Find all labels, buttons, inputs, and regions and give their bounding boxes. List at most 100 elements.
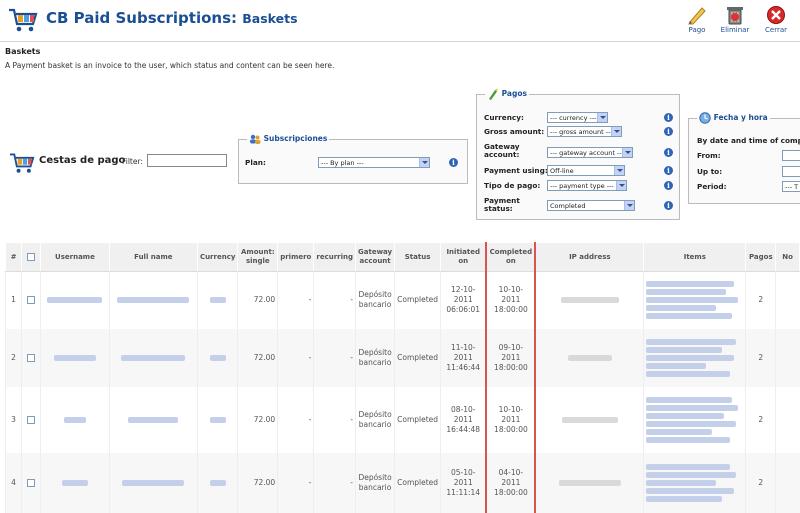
redacted-items-line [646, 487, 735, 494]
row-checkbox-cell[interactable] [21, 386, 41, 453]
items-cell[interactable] [643, 328, 746, 387]
row-checkbox-cell[interactable] [21, 271, 41, 329]
ip-cell [534, 452, 644, 513]
col-items[interactable]: Items [643, 242, 747, 272]
col-amount-single[interactable]: Amount: single [237, 242, 279, 272]
redacted-username [61, 479, 88, 486]
info-icon[interactable]: i [449, 158, 458, 167]
row-checkbox[interactable] [27, 415, 36, 424]
pago-button[interactable]: Pago [677, 2, 717, 38]
items-cell[interactable] [643, 386, 746, 453]
period-select[interactable]: --- T [782, 181, 800, 192]
up-to-label: Up to: [697, 167, 723, 176]
row-checkbox[interactable] [27, 353, 36, 362]
username-cell[interactable] [40, 386, 110, 453]
col-recurring[interactable]: recurring [313, 242, 357, 272]
redacted-ip [560, 297, 619, 304]
payment-status-select[interactable]: Completed [547, 200, 635, 211]
table-row[interactable]: 1 72.00 - - Depósito bancario Completed … [4, 271, 800, 329]
primero-cell: - [277, 271, 314, 329]
row-checkbox[interactable] [27, 296, 36, 305]
initiated-cell: 11-10-2011 11:46:44 [440, 328, 487, 387]
info-icon[interactable]: i [664, 201, 673, 210]
col-status[interactable]: Status [394, 242, 442, 272]
eliminar-button[interactable]: Eliminar [715, 2, 755, 38]
gateway-account-label: Gateway account: [484, 142, 520, 159]
col-full-name[interactable]: Full name [108, 242, 198, 272]
primero-cell: - [277, 452, 314, 513]
initiated-cell: 12-10-2011 06:06:01 [440, 271, 487, 329]
col-gateway-account[interactable]: Gateway account [355, 242, 396, 272]
currency-select[interactable]: --- currency --- [547, 112, 608, 123]
full-name-cell[interactable] [108, 386, 198, 453]
completed-cell: 10-10-2011 18:00:00 [485, 386, 537, 453]
up-to-date-input[interactable] [782, 166, 800, 177]
gross-amount-select[interactable]: --- gross amount --- [547, 126, 622, 137]
username-cell[interactable] [40, 328, 110, 387]
recurring-cell: - [313, 386, 356, 453]
subscripciones-legend-text: Subscripciones [263, 134, 328, 143]
subscripciones-legend: Subscripciones [247, 134, 329, 144]
cerrar-button[interactable]: Cerrar [756, 2, 796, 38]
redacted-username [53, 354, 96, 361]
info-icon[interactable]: i [664, 127, 673, 136]
pagos-link[interactable]: 2 [745, 271, 776, 329]
filter-input[interactable] [147, 154, 227, 167]
redacted-items-line [646, 305, 717, 312]
col-select-all[interactable] [21, 242, 42, 272]
info-icon[interactable]: i [664, 181, 673, 190]
col-ip-address[interactable]: IP address [534, 242, 645, 272]
redacted-items-line [646, 338, 737, 345]
chevron-down-icon [614, 166, 624, 175]
plan-select[interactable]: --- By plan --- [318, 157, 430, 168]
gateway-account-select[interactable]: --- gateway account --- [547, 147, 633, 158]
select-all-checkbox[interactable] [27, 252, 36, 261]
full-name-cell[interactable] [108, 452, 198, 513]
chevron-down-icon [611, 127, 621, 136]
redacted-items-line [646, 370, 731, 377]
table-row[interactable]: 3 72.00 - - Depósito bancario Completed … [4, 386, 800, 453]
username-cell[interactable] [40, 452, 110, 513]
table-row[interactable]: 2 72.00 - - Depósito bancario Completed … [4, 328, 800, 387]
table-row[interactable]: 4 72.00 - - Depósito bancario Completed … [4, 452, 800, 513]
full-name-cell[interactable] [108, 271, 198, 329]
shopping-cart-icon [9, 8, 38, 32]
col-no[interactable]: No [775, 242, 800, 272]
redacted-items-line [646, 463, 731, 470]
payment-status-select-value: Completed [550, 202, 586, 210]
col-username[interactable]: Username [40, 242, 110, 272]
tipo-de-pago-select[interactable]: --- payment type --- [547, 180, 627, 191]
col-initiated-on[interactable]: Initiated on [440, 242, 487, 272]
trash-icon [727, 7, 743, 25]
info-icon[interactable]: i [664, 166, 673, 175]
col-completed-on[interactable]: Completed on [485, 242, 537, 272]
pagos-link[interactable]: 2 [745, 328, 776, 387]
row-checkbox-cell[interactable] [21, 452, 41, 513]
redacted-items [646, 281, 743, 320]
recurring-cell: - [313, 271, 356, 329]
redacted-currency [209, 416, 226, 423]
currency-select-value: --- currency --- [550, 114, 597, 122]
payment-using-select-value: Off-line [550, 167, 574, 175]
pagos-link[interactable]: 2 [745, 386, 776, 453]
payment-using-select[interactable]: Off-line [547, 165, 625, 176]
full-name-cell[interactable] [108, 328, 198, 387]
items-cell[interactable] [643, 452, 746, 513]
col-primero[interactable]: primero [277, 242, 315, 272]
redacted-items-line [646, 495, 723, 502]
status-cell: Completed [394, 452, 441, 513]
col-pagos[interactable]: Pagos [745, 242, 777, 272]
from-date-input[interactable] [782, 150, 800, 161]
row-checkbox[interactable] [27, 478, 36, 487]
row-checkbox-cell[interactable] [21, 328, 41, 387]
username-cell[interactable] [40, 271, 110, 329]
completed-cell: 09-10-2011 18:00:00 [485, 328, 537, 387]
amount-cell: 72.00 [237, 386, 278, 453]
pagos-link[interactable]: 2 [745, 452, 776, 513]
items-cell[interactable] [643, 271, 746, 329]
users-icon [250, 134, 261, 144]
col-currency[interactable]: Currency [196, 242, 239, 272]
info-icon[interactable]: i [664, 148, 673, 157]
clock-icon [699, 112, 711, 124]
info-icon[interactable]: i [664, 113, 673, 122]
